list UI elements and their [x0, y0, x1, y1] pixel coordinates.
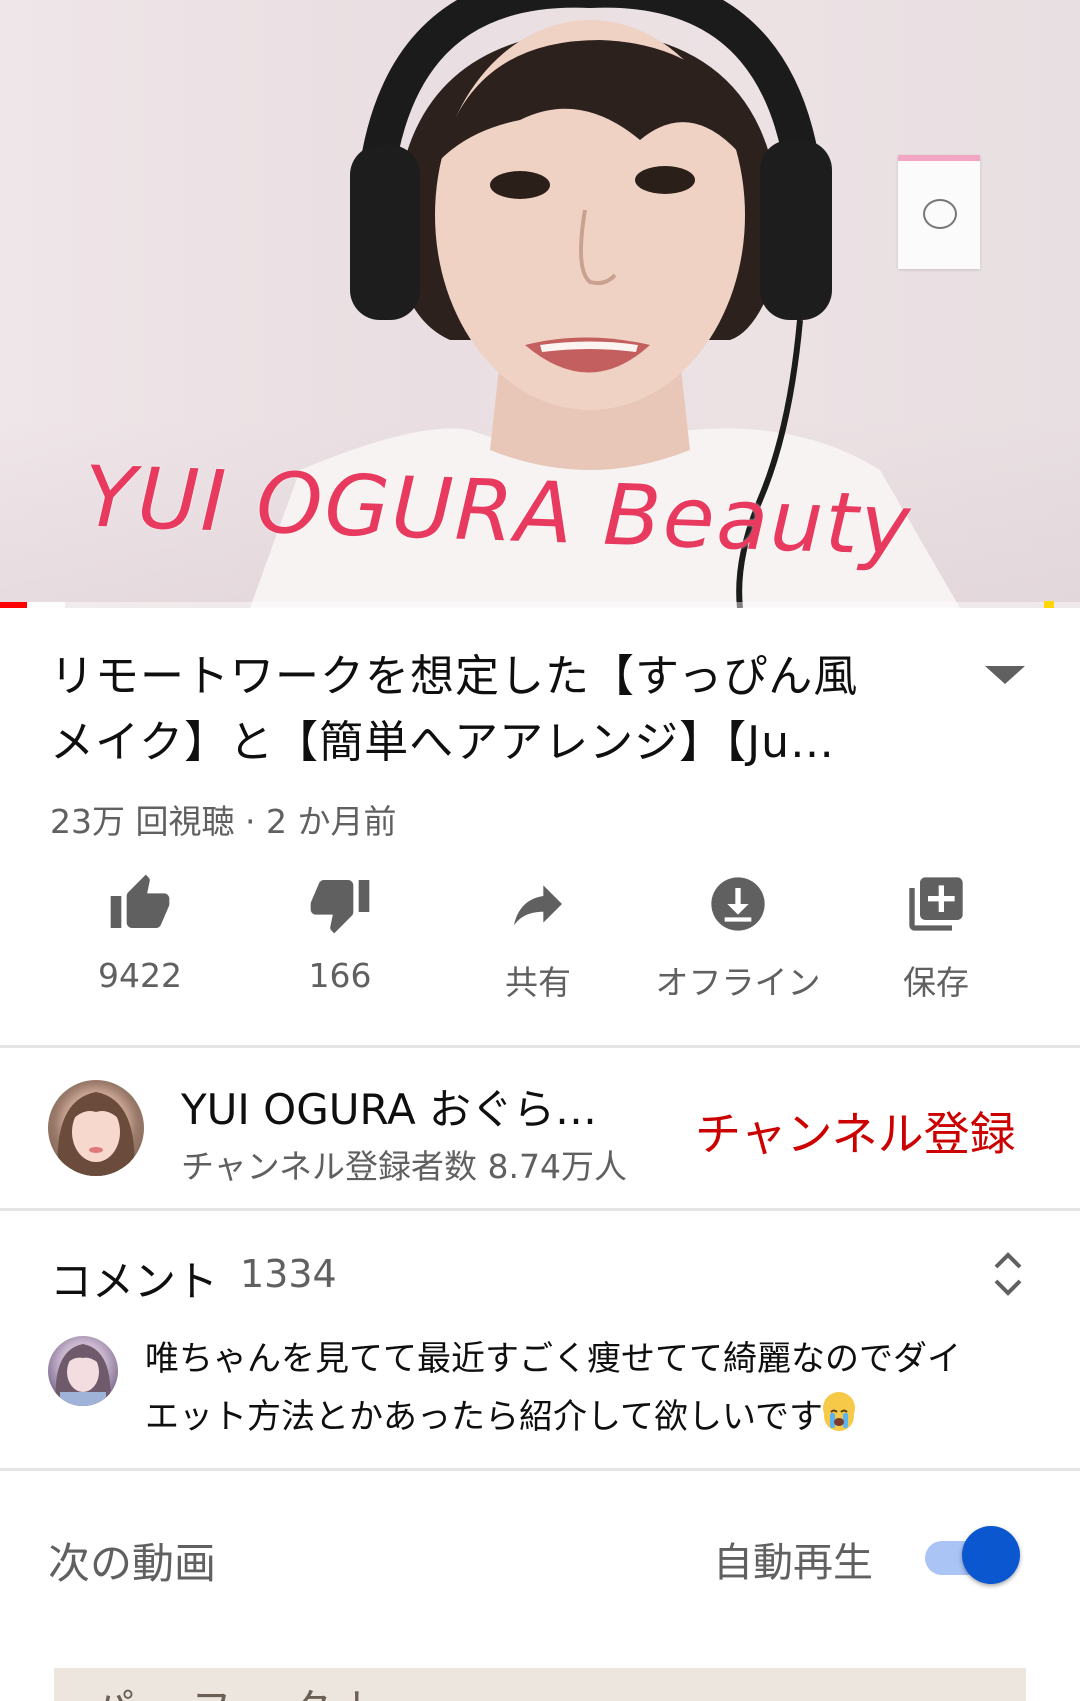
- share-icon: [514, 885, 562, 926]
- up-next-label: 次の動画: [48, 1539, 217, 1588]
- autoplay-label: 自動再生: [713, 1540, 873, 1586]
- video-title[interactable]: リモートワークを想定した【すっぴん風 メイク】と【簡単へアアレンジ】【Ju…: [50, 644, 950, 776]
- subscriber-count: チャンネル登録者数 8.74万人: [181, 1147, 627, 1186]
- crying-face-icon: [823, 1401, 854, 1431]
- offline-download-button[interactable]: オフライン: [638, 872, 838, 1004]
- download-icon: [711, 877, 765, 931]
- watch-page: YUI OGURA Beauty リモートワークを想定した【すっぴん風 メイク】…: [0, 0, 1080, 1701]
- video-title-line-1: リモートワークを想定した【すっぴん風: [50, 651, 859, 702]
- commenter-avatar-image: [55, 1344, 111, 1406]
- divider: [0, 1045, 1080, 1048]
- upload-age: 2 か月前: [265, 802, 397, 841]
- next-video-thumbnail[interactable]: パーフェクト: [54, 1668, 1026, 1701]
- thumbs-down-icon: [310, 880, 370, 934]
- action-bar: 9422 166 共有 オフライン 保存: [0, 872, 1080, 1022]
- video-played-fill: [0, 602, 27, 608]
- chevron-down-icon[interactable]: [985, 666, 1025, 684]
- autoplay-toggle[interactable]: [962, 1526, 1020, 1584]
- dislike-count: 166: [308, 956, 372, 995]
- divider: [0, 1208, 1080, 1211]
- add-to-playlist-icon: [909, 877, 963, 931]
- subscribe-button[interactable]: チャンネル登録: [695, 1098, 1016, 1164]
- thumbs-up-icon: [110, 874, 170, 928]
- meta-separator: ·: [234, 802, 266, 841]
- video-progress-bar[interactable]: [0, 602, 1080, 608]
- video-title-line-2: メイク】と【簡単へアアレンジ】【Ju…: [50, 717, 835, 768]
- top-comment-line-2-text: エット方法とかあったら紹介して欲しいです: [145, 1397, 823, 1437]
- channel-name[interactable]: YUI OGURA おぐら…: [181, 1076, 597, 1137]
- channel-avatar[interactable]: [48, 1080, 144, 1176]
- expand-collapse-icon[interactable]: [990, 1250, 1026, 1298]
- view-count: 23万 回視聴: [50, 802, 235, 841]
- channel-avatar-image: [57, 1092, 135, 1176]
- loudly-crying-face-emoji: [822, 1392, 855, 1431]
- divider: [0, 1468, 1080, 1471]
- video-meta: 23万 回視聴 · 2 か月前: [50, 795, 396, 843]
- video-player[interactable]: YUI OGURA Beauty: [0, 0, 1080, 608]
- top-comment-line-2: エット方法とかあったら紹介して欲しいです: [145, 1388, 1045, 1446]
- ad-marker: [1044, 601, 1054, 608]
- offline-label: オフライン: [655, 963, 821, 1002]
- top-comment[interactable]: 唯ちゃんを見てて最近すごく痩せてて綺麗なのでダイ エット方法とかあったら紹介して…: [145, 1330, 1045, 1446]
- dislike-button[interactable]: 166: [240, 872, 440, 995]
- save-label: 保存: [903, 963, 969, 1002]
- like-button[interactable]: 9422: [40, 872, 240, 995]
- commenter-avatar[interactable]: [48, 1336, 118, 1406]
- comments-count: 1334: [240, 1252, 337, 1296]
- save-button[interactable]: 保存: [836, 872, 1036, 1004]
- share-label: 共有: [505, 963, 571, 1002]
- like-count: 9422: [98, 956, 182, 995]
- next-video-thumbnail-text: パーフェクト: [94, 1676, 392, 1701]
- top-comment-line-1: 唯ちゃんを見てて最近すごく痩せてて綺麗なのでダイ: [145, 1339, 961, 1379]
- comments-header[interactable]: コメント: [50, 1248, 218, 1309]
- share-button[interactable]: 共有: [438, 872, 638, 1004]
